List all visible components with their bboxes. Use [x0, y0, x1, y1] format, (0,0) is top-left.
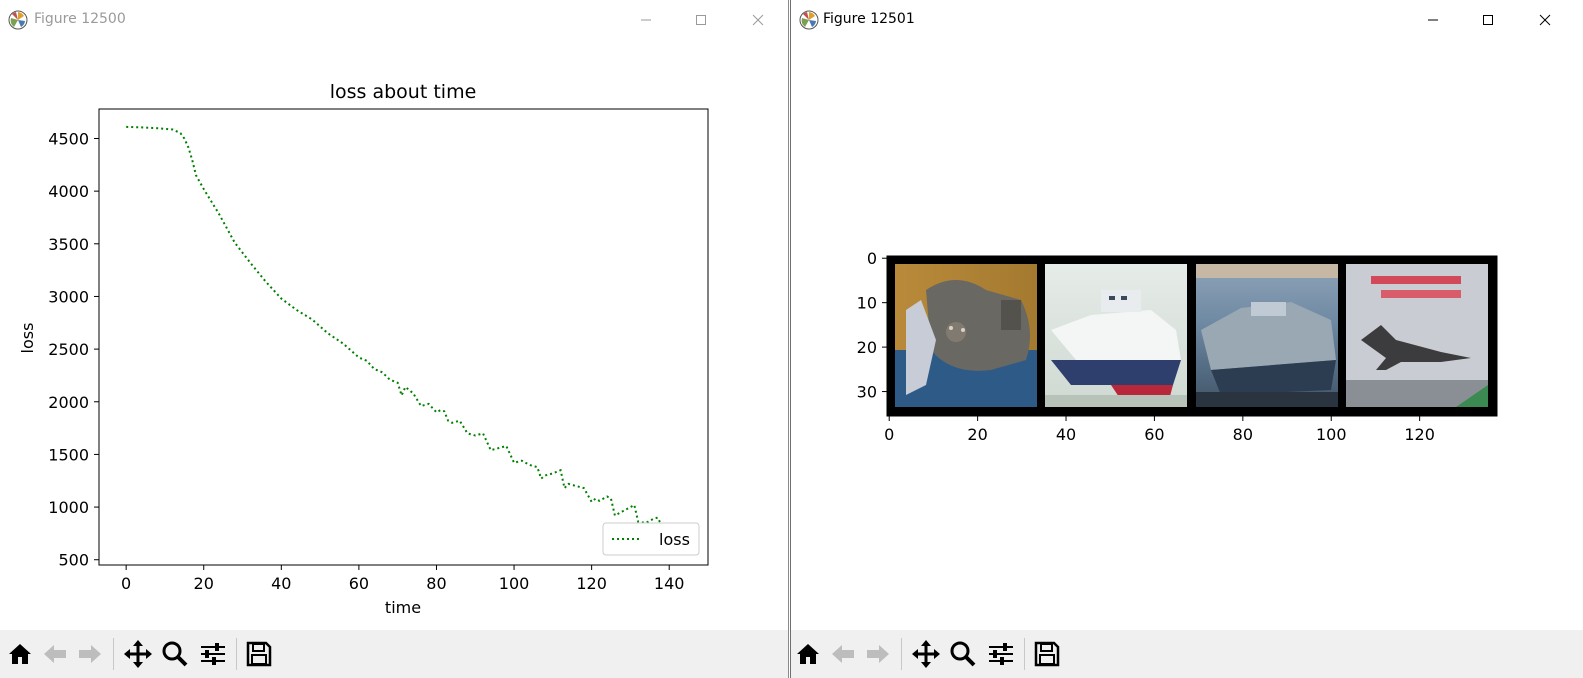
x-tick-label: 80 [426, 574, 446, 593]
loss-series-line [126, 125, 663, 526]
x-axis-label: time [385, 598, 421, 617]
zoom-magnifier-icon[interactable] [158, 636, 192, 672]
navigation-toolbar [0, 630, 788, 678]
x-tick-label: 0 [121, 574, 131, 593]
figure-canvas[interactable]: loss about time 500 1000 1500 2000 2500 3000 3… [0, 40, 788, 630]
save-floppy-icon[interactable] [1030, 636, 1064, 672]
back-arrow-icon[interactable] [38, 636, 72, 672]
x-tick-label: 140 [654, 574, 685, 593]
y-tick-label: 3000 [48, 287, 89, 306]
y-tick-label: 2000 [48, 393, 89, 412]
maximize-icon[interactable] [681, 6, 721, 34]
x-tick-label: 120 [576, 574, 607, 593]
legend-label: loss [659, 530, 690, 549]
y-tick-label: 10 [857, 294, 877, 313]
x-tick-label: 20 [967, 425, 987, 444]
y-tick-label: 30 [857, 383, 877, 402]
minimize-icon[interactable] [626, 6, 666, 34]
x-tick-label: 100 [1316, 425, 1347, 444]
x-tick-label: 60 [349, 574, 369, 593]
close-icon[interactable] [1525, 6, 1565, 34]
loss-chart: loss about time 500100015002000250030003… [18, 81, 709, 617]
image-panel-cat [895, 264, 1037, 407]
title-bar[interactable]: Figure 12501 [791, 0, 1583, 40]
figure-canvas[interactable]: 0 20 40 60 80 100 120 0 10 20 30 [791, 40, 1583, 630]
forward-arrow-icon[interactable] [73, 636, 107, 672]
image-panel-ship [1196, 264, 1338, 407]
image-panel-ship [1045, 264, 1187, 407]
x-tick-label: 20 [194, 574, 214, 593]
home-icon[interactable] [3, 636, 37, 672]
window-title: Figure 12501 [823, 11, 915, 27]
forward-arrow-icon[interactable] [861, 636, 895, 672]
x-tick-label: 60 [1144, 425, 1164, 444]
y-tick-label: 4000 [48, 182, 89, 201]
y-tick-label: 3500 [48, 235, 89, 254]
minimize-icon[interactable] [1413, 6, 1453, 34]
y-axis-label: loss [18, 323, 37, 354]
maximize-icon[interactable] [1468, 6, 1508, 34]
close-icon[interactable] [738, 6, 778, 34]
legend: loss [602, 522, 700, 556]
home-icon[interactable] [791, 636, 825, 672]
matplotlib-icon [799, 10, 819, 30]
configure-subplots-icon[interactable] [984, 636, 1018, 672]
x-tick-label: 100 [499, 574, 530, 593]
figure-window-12500: Figure 12500 loss about time 500 1000 1500… [0, 0, 789, 678]
image-grid-plot: 0 20 40 60 80 100 120 0 10 20 30 [857, 249, 1498, 444]
window-title: Figure 12500 [34, 11, 126, 27]
y-tick-label: 4500 [48, 129, 89, 148]
title-bar[interactable]: Figure 12500 [0, 0, 788, 40]
y-tick-label: 1500 [48, 445, 89, 464]
x-tick-label: 0 [884, 425, 894, 444]
y-tick-label: 1000 [48, 498, 89, 517]
x-tick-label: 40 [1056, 425, 1076, 444]
y-tick-label: 2500 [48, 340, 89, 359]
axes-frame [98, 108, 709, 566]
x-tick-label: 80 [1233, 425, 1253, 444]
back-arrow-icon[interactable] [826, 636, 860, 672]
pan-move-icon[interactable] [909, 636, 943, 672]
y-tick-label: 20 [857, 338, 877, 357]
x-tick-label: 40 [271, 574, 291, 593]
configure-subplots-icon[interactable] [196, 636, 230, 672]
figure-window-12501: Figure 12501 0 20 40 60 80 100 120 0 10 … [790, 0, 1583, 678]
y-tick-label: 500 [58, 551, 89, 570]
pan-move-icon[interactable] [121, 636, 155, 672]
matplotlib-icon [8, 10, 28, 30]
save-floppy-icon[interactable] [242, 636, 276, 672]
chart-title: loss about time [330, 81, 477, 103]
zoom-magnifier-icon[interactable] [946, 636, 980, 672]
y-tick-label: 0 [867, 249, 877, 268]
x-tick-label: 120 [1404, 425, 1435, 444]
navigation-toolbar [791, 630, 1583, 678]
image-panel-airplane [1346, 264, 1488, 407]
loss-series-line [126, 125, 663, 526]
